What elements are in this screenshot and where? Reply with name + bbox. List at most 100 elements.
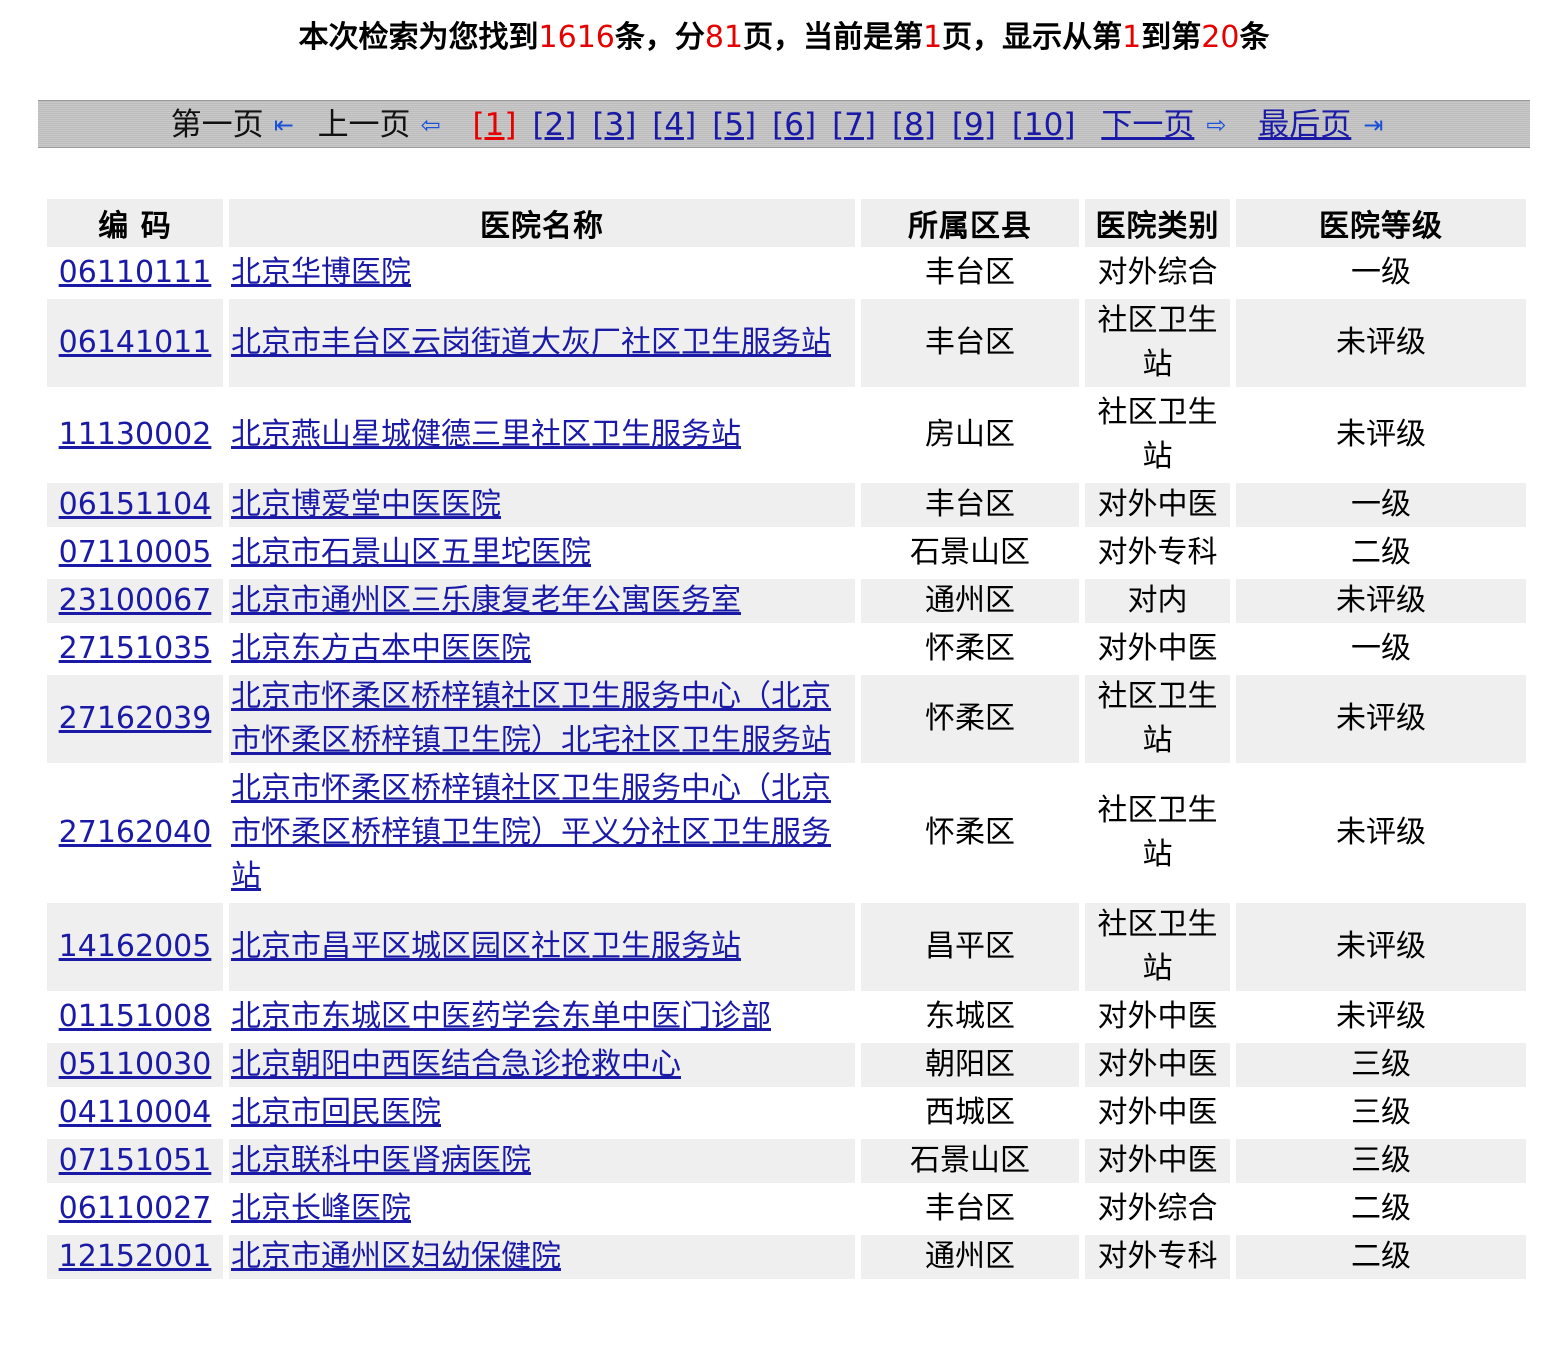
page-link-10[interactable]: [10]: [1012, 107, 1076, 143]
hospital-name-link[interactable]: 北京朝阳中西医结合急诊抢救中心: [231, 1047, 681, 1082]
summary-total: 1616: [538, 20, 615, 55]
summary-text-4: 页，显示从第: [942, 20, 1123, 55]
page-link-7[interactable]: [7]: [832, 107, 876, 143]
cell-category: 对外中医: [1085, 995, 1230, 1039]
summary-to: 20: [1201, 20, 1240, 55]
hospital-code-link[interactable]: 11130002: [59, 417, 212, 452]
cell-district: 西城区: [861, 1091, 1079, 1135]
hospital-name-link[interactable]: 北京燕山星城健德三里社区卫生服务站: [231, 417, 741, 452]
cell-code: 27151035: [47, 627, 223, 671]
page-link-6[interactable]: [6]: [772, 107, 816, 143]
hospital-code-link[interactable]: 27162039: [59, 701, 212, 736]
page-link-4[interactable]: [4]: [652, 107, 696, 143]
summary-text-3: 页，当前是第: [743, 20, 924, 55]
cell-hospital-name: 北京市石景山区五里坨医院: [229, 531, 855, 575]
cell-level: 未评级: [1236, 903, 1526, 991]
cell-hospital-name: 北京市东城区中医药学会东单中医门诊部: [229, 995, 855, 1039]
summary-from: 1: [1122, 20, 1142, 55]
hospital-code-link[interactable]: 14162005: [59, 929, 212, 964]
hospital-code-link[interactable]: 23100067: [59, 583, 212, 618]
cell-level: 未评级: [1236, 767, 1526, 899]
cell-level: 一级: [1236, 483, 1526, 527]
hospital-name-link[interactable]: 北京市怀柔区桥梓镇社区卫生服务中心（北京市怀柔区桥梓镇卫生院）北宅社区卫生服务站: [231, 679, 831, 758]
cell-level: 一级: [1236, 627, 1526, 671]
summary-text-1: 本次检索为您找到: [298, 20, 539, 55]
cell-level: 三级: [1236, 1043, 1526, 1087]
last-page-icon[interactable]: ⇥: [1363, 103, 1383, 147]
next-page-icon[interactable]: ⇨: [1206, 103, 1226, 147]
search-summary: 本次检索为您找到1616条，分81页，当前是第1页，显示从第1到第20条: [0, 12, 1554, 56]
table-row: 05110030 北京朝阳中西医结合急诊抢救中心 朝阳区 对外中医 三级: [47, 1043, 1526, 1087]
header-level: 医院等级: [1236, 199, 1526, 247]
table-row: 06151104 北京博爱堂中医医院 丰台区 对外中医 一级: [47, 483, 1526, 527]
page-link-8[interactable]: [8]: [892, 107, 936, 143]
cell-code: 27162040: [47, 767, 223, 899]
hospital-name-link[interactable]: 北京市石景山区五里坨医院: [231, 535, 591, 570]
cell-category: 对外综合: [1085, 1187, 1230, 1231]
page-link-9[interactable]: [9]: [952, 107, 996, 143]
cell-category: 对外中医: [1085, 627, 1230, 671]
cell-hospital-name: 北京朝阳中西医结合急诊抢救中心: [229, 1043, 855, 1087]
hospital-code-link[interactable]: 06151104: [59, 487, 212, 522]
hospital-code-link[interactable]: 27151035: [59, 631, 212, 666]
hospital-name-link[interactable]: 北京市丰台区云岗街道大灰厂社区卫生服务站: [231, 325, 831, 360]
cell-district: 朝阳区: [861, 1043, 1079, 1087]
hospital-name-link[interactable]: 北京市回民医院: [231, 1095, 441, 1130]
header-category: 医院类别: [1085, 199, 1230, 247]
hospital-name-link[interactable]: 北京东方古本中医医院: [231, 631, 531, 666]
cell-code: 06141011: [47, 299, 223, 387]
cell-district: 丰台区: [861, 251, 1079, 295]
cell-code: 23100067: [47, 579, 223, 623]
hospital-name-link[interactable]: 北京市通州区妇幼保健院: [231, 1239, 561, 1274]
hospital-code-link[interactable]: 12152001: [59, 1239, 212, 1274]
table-row: 07110005 北京市石景山区五里坨医院 石景山区 对外专科 二级: [47, 531, 1526, 575]
hospital-code-link[interactable]: 05110030: [59, 1047, 212, 1082]
cell-code: 05110030: [47, 1043, 223, 1087]
cell-hospital-name: 北京市通州区妇幼保健院: [229, 1235, 855, 1279]
cell-code: 04110004: [47, 1091, 223, 1135]
pagination-bar: 第一页 ⇤ 上一页 ⇦ [1] [2] [3] [4] [5] [6] [7] [8] [9] [10…: [38, 100, 1530, 148]
page-number-links: [1] [2] [3] [4] [5] [6] [7] [8] [9] [10]: [465, 107, 1084, 143]
hospital-code-link[interactable]: 06141011: [59, 325, 212, 360]
cell-category: 对外中医: [1085, 1091, 1230, 1135]
hospital-name-link[interactable]: 北京市通州区三乐康复老年公寓医务室: [231, 583, 741, 618]
cell-hospital-name: 北京市昌平区城区园区社区卫生服务站: [229, 903, 855, 991]
cell-district: 东城区: [861, 995, 1079, 1039]
hospital-name-link[interactable]: 北京博爱堂中医医院: [231, 487, 501, 522]
hospital-code-link[interactable]: 06110111: [59, 255, 212, 290]
cell-level: 二级: [1236, 1235, 1526, 1279]
summary-text-6: 条: [1239, 20, 1270, 55]
page-link-1[interactable]: [1]: [473, 107, 517, 143]
hospital-code-link[interactable]: 07110005: [59, 535, 212, 570]
cell-category: 对外中医: [1085, 1043, 1230, 1087]
cell-district: 石景山区: [861, 531, 1079, 575]
cell-category: 社区卫生站: [1085, 675, 1230, 763]
cell-hospital-name: 北京市回民医院: [229, 1091, 855, 1135]
first-page-label: 第一页: [170, 107, 264, 143]
cell-code: 06110111: [47, 251, 223, 295]
cell-category: 对外中医: [1085, 1139, 1230, 1183]
hospital-name-link[interactable]: 北京市东城区中医药学会东单中医门诊部: [231, 999, 771, 1034]
hospital-code-link[interactable]: 07151051: [59, 1143, 212, 1178]
hospital-name-link[interactable]: 北京华博医院: [231, 255, 411, 290]
hospital-code-link[interactable]: 04110004: [59, 1095, 212, 1130]
cell-hospital-name: 北京华博医院: [229, 251, 855, 295]
hospital-name-link[interactable]: 北京联科中医肾病医院: [231, 1143, 531, 1178]
page-link-5[interactable]: [5]: [712, 107, 756, 143]
page-link-3[interactable]: [3]: [592, 107, 636, 143]
hospital-name-link[interactable]: 北京市昌平区城区园区社区卫生服务站: [231, 929, 741, 964]
hospital-code-link[interactable]: 06110027: [59, 1191, 212, 1226]
cell-hospital-name: 北京长峰医院: [229, 1187, 855, 1231]
last-page-link[interactable]: 最后页: [1258, 107, 1351, 143]
table-row: 14162005 北京市昌平区城区园区社区卫生服务站 昌平区 社区卫生站 未评级: [47, 903, 1526, 991]
next-page-link[interactable]: 下一页: [1101, 107, 1194, 143]
hospital-name-link[interactable]: 北京长峰医院: [231, 1191, 411, 1226]
cell-code: 14162005: [47, 903, 223, 991]
cell-code: 07151051: [47, 1139, 223, 1183]
page-link-2[interactable]: [2]: [532, 107, 576, 143]
hospital-code-link[interactable]: 01151008: [59, 999, 212, 1034]
table-header-row: 编 码 医院名称 所属区县 医院类别 医院等级: [47, 199, 1526, 247]
cell-code: 06151104: [47, 483, 223, 527]
hospital-code-link[interactable]: 27162040: [59, 815, 212, 850]
hospital-name-link[interactable]: 北京市怀柔区桥梓镇社区卫生服务中心（北京市怀柔区桥梓镇卫生院）平义分社区卫生服务…: [231, 771, 831, 894]
